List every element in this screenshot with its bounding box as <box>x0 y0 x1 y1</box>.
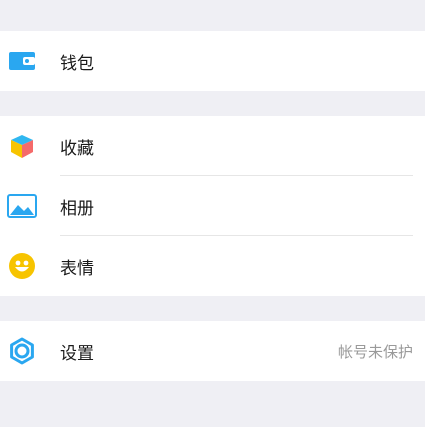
album-image-icon <box>7 191 37 221</box>
menu-item-album[interactable]: 相册 <box>0 176 425 236</box>
menu-item-label: 收藏 <box>60 138 94 159</box>
menu-item-stickers[interactable]: 表情 <box>0 236 425 296</box>
menu-item-settings[interactable]: 设置 帐号未保护 <box>0 321 425 381</box>
content-section: 收藏 相册 表情 <box>0 116 425 296</box>
account-status-text: 帐号未保护 <box>337 342 413 361</box>
wallet-icon <box>7 46 37 76</box>
settings-section: 设置 帐号未保护 <box>0 321 425 381</box>
menu-item-favorites[interactable]: 收藏 <box>0 116 425 176</box>
wallet-section: 钱包 <box>0 31 425 91</box>
settings-gear-icon <box>7 336 37 366</box>
menu-item-label: 表情 <box>60 258 94 279</box>
menu-item-wallet[interactable]: 钱包 <box>0 31 425 91</box>
menu-item-label: 钱包 <box>60 53 94 74</box>
favorites-cube-icon <box>7 131 37 161</box>
menu-item-label: 相册 <box>60 198 94 219</box>
menu-item-label: 设置 <box>60 343 94 364</box>
smiley-icon <box>7 251 37 281</box>
